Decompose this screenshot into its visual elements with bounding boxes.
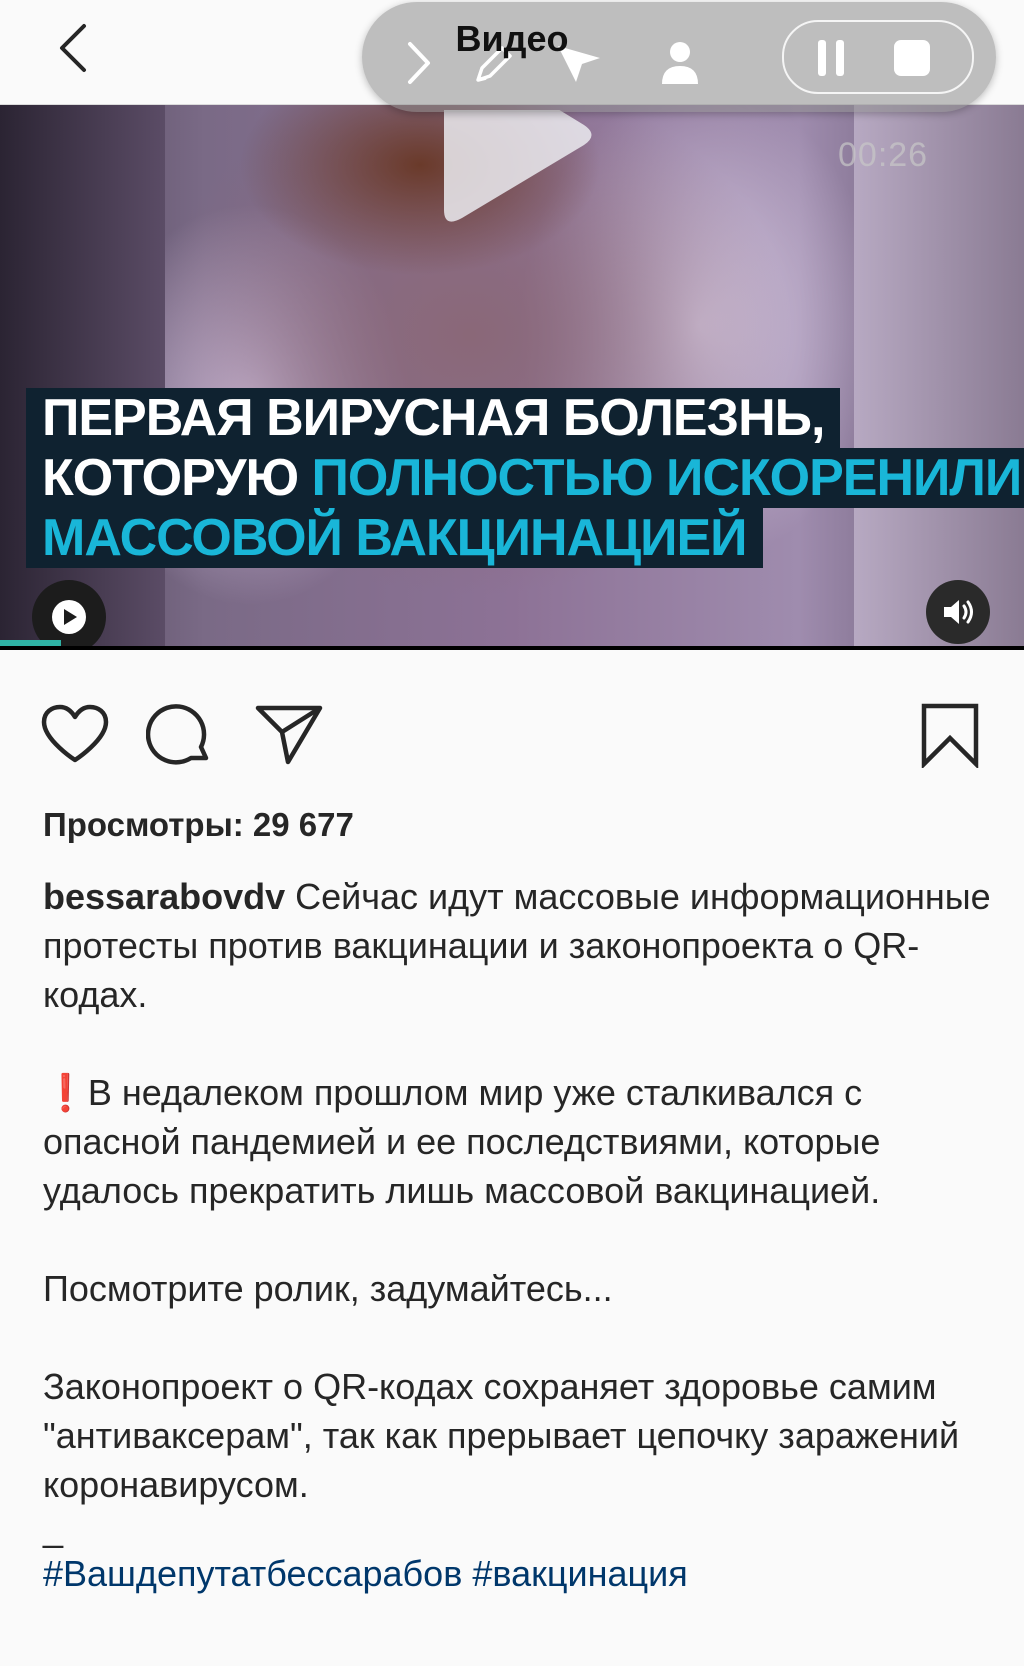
comment-icon[interactable]: [146, 702, 212, 768]
page-title: Видео: [455, 18, 569, 59]
audio-toggle-button[interactable]: [926, 580, 990, 644]
like-heart-icon[interactable]: [40, 704, 110, 766]
caption-line-3: МАССОВОЙ ВАКЦИНАЦИЕЙ: [26, 508, 763, 568]
caption-line-1: ПЕРВАЯ ВИРУСНАЯ БОЛЕЗНЬ,: [26, 388, 841, 448]
caption-intro: bessarabovdv Сейчас идут массовые информ…: [43, 876, 991, 1015]
author-username[interactable]: bessarabovdv: [43, 876, 285, 917]
caption-line-2: КОТОРУЮ ПОЛНОСТЬЮ ИСКОРЕНИЛИ: [26, 448, 1024, 508]
caption-separator: _: [43, 1508, 64, 1549]
hashtag-links[interactable]: #Вашдепутатбессарабов #вакцинация: [43, 1549, 993, 1598]
video-player[interactable]: ПЕРВАЯ ВИРУСНАЯ БОЛЕЗНЬ, КОТОРУЮ ПОЛНОСТ…: [0, 105, 1024, 650]
bookmark-icon[interactable]: [920, 702, 980, 768]
play-icon[interactable]: [434, 110, 604, 230]
caption-paragraph-2: ❗В недалеком прошлом мир уже сталкивался…: [43, 1072, 881, 1211]
caption-paragraph-3: Посмотрите ролик, задумайтесь...: [43, 1268, 613, 1309]
post-caption: bessarabovdv Сейчас идут массовые информ…: [43, 872, 993, 1598]
video-caption: ПЕРВАЯ ВИРУСНАЯ БОЛЕЗНЬ, КОТОРУЮ ПОЛНОСТ…: [26, 388, 1024, 568]
caption-paragraph-4: Законопроект о QR-кодах сохраняет здоров…: [43, 1366, 960, 1505]
exclamation-icon: ❗: [43, 1072, 88, 1113]
views-count: Просмотры: 29 677: [43, 806, 354, 843]
speaker-icon: [944, 600, 973, 624]
share-send-icon[interactable]: [254, 702, 324, 768]
recording-timer: 00:26: [838, 136, 929, 174]
